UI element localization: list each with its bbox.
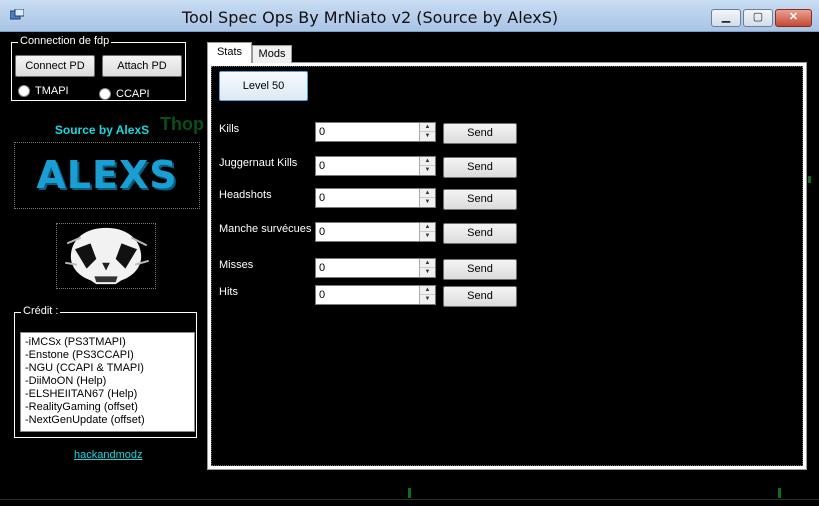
manche-survecues-label: Manche survécues: [219, 223, 312, 235]
background-decoration: [408, 488, 411, 498]
credits-group-label: Crédit :: [21, 305, 61, 317]
list-item: -DiiMoON (Help): [25, 375, 107, 387]
kills-value: 0: [319, 126, 326, 138]
radio-tmapi[interactable]: TMAPI: [18, 85, 69, 97]
headshots-input[interactable]: 0 ▲ ▼: [315, 188, 436, 208]
misses-input[interactable]: 0 ▲ ▼: [315, 258, 436, 278]
list-item: -NGU (CCAPI & TMAPI): [25, 362, 144, 374]
list-item: -ELSHEIITAN67 (Help): [25, 388, 138, 400]
juggernaut-kills-send-button[interactable]: Send: [443, 157, 517, 178]
list-item: -Enstone (PS3CCAPI): [25, 349, 134, 361]
manche-survecues-value: 0: [319, 226, 326, 238]
alexs-logo: ALEXS: [14, 142, 200, 209]
headshots-spinner[interactable]: ▲ ▼: [419, 189, 435, 207]
background-decoration: [0, 499, 819, 500]
kills-spinner[interactable]: ▲ ▼: [419, 123, 435, 141]
juggernaut-kills-label: Juggernaut Kills: [219, 157, 298, 169]
spin-down-icon[interactable]: ▼: [420, 268, 435, 277]
attach-pd-button[interactable]: Attach PD: [102, 55, 182, 77]
spin-up-icon[interactable]: ▲: [420, 189, 435, 198]
spin-down-icon[interactable]: ▼: [420, 232, 435, 241]
manche-survecues-send-button[interactable]: Send: [443, 223, 517, 244]
minimize-button[interactable]: ▁: [711, 9, 741, 27]
spin-up-icon[interactable]: ▲: [420, 157, 435, 166]
kills-label: Kills: [219, 123, 240, 135]
tab-mods[interactable]: Mods: [252, 45, 292, 63]
background-decoration: [808, 176, 811, 183]
spin-up-icon[interactable]: ▲: [420, 223, 435, 232]
juggernaut-kills-value: 0: [319, 160, 326, 172]
radio-circle-icon: [18, 85, 30, 97]
list-item: -NextGenUpdate (offset): [25, 414, 145, 426]
list-item: -RealityGaming (offset): [25, 401, 138, 413]
ghost-mask-image: [56, 223, 156, 289]
spin-down-icon[interactable]: ▼: [420, 132, 435, 141]
juggernaut-kills-spinner[interactable]: ▲ ▼: [419, 157, 435, 175]
level-50-button[interactable]: Level 50: [219, 71, 308, 101]
headshots-label: Headshots: [219, 189, 272, 201]
radio-ccapi[interactable]: CCAPI: [99, 88, 150, 100]
background-ghost-text: Thop: [160, 114, 204, 134]
headshots-send-button[interactable]: Send: [443, 189, 517, 210]
spin-down-icon[interactable]: ▼: [420, 166, 435, 175]
close-button[interactable]: ✕: [775, 9, 812, 27]
misses-spinner[interactable]: ▲ ▼: [419, 259, 435, 277]
credits-listbox[interactable]: -iMCSx (PS3TMAPI) -Enstone (PS3CCAPI) -N…: [20, 332, 195, 432]
connection-group-label: Connection de fdp: [18, 35, 112, 47]
hits-value: 0: [319, 289, 326, 301]
ghost-skull-icon: [65, 227, 149, 285]
radio-tmapi-label: TMAPI: [35, 85, 69, 97]
misses-send-button[interactable]: Send: [443, 259, 517, 280]
spin-up-icon[interactable]: ▲: [420, 259, 435, 268]
kills-send-button[interactable]: Send: [443, 123, 517, 144]
juggernaut-kills-input[interactable]: 0 ▲ ▼: [315, 156, 436, 176]
manche-survecues-spinner[interactable]: ▲ ▼: [419, 223, 435, 241]
hackandmodz-link[interactable]: hackandmodz: [74, 449, 143, 461]
hits-input[interactable]: 0 ▲ ▼: [315, 285, 436, 305]
list-item: -iMCSx (PS3TMAPI): [25, 336, 126, 348]
spin-up-icon[interactable]: ▲: [420, 123, 435, 132]
connect-pd-button[interactable]: Connect PD: [15, 55, 95, 77]
window-title: Tool Spec Ops By MrNiato v2 (Source by A…: [181, 8, 559, 27]
title-bar: Tool Spec Ops By MrNiato v2 (Source by A…: [0, 0, 819, 32]
maximize-button[interactable]: ▢: [743, 9, 773, 27]
kills-input[interactable]: 0 ▲ ▼: [315, 122, 436, 142]
spin-down-icon[interactable]: ▼: [420, 295, 435, 304]
radio-circle-icon: [99, 88, 111, 100]
hits-label: Hits: [219, 286, 238, 298]
alexs-logo-text: ALEXS: [36, 153, 178, 197]
background-decoration: [778, 488, 781, 498]
tab-stats[interactable]: Stats: [207, 42, 252, 63]
headshots-value: 0: [319, 192, 326, 204]
spin-up-icon[interactable]: ▲: [420, 286, 435, 295]
misses-label: Misses: [219, 259, 254, 271]
hits-send-button[interactable]: Send: [443, 286, 517, 307]
manche-survecues-input[interactable]: 0 ▲ ▼: [315, 222, 436, 242]
radio-ccapi-label: CCAPI: [116, 88, 150, 100]
misses-value: 0: [319, 262, 326, 274]
hits-spinner[interactable]: ▲ ▼: [419, 286, 435, 304]
spin-down-icon[interactable]: ▼: [420, 198, 435, 207]
